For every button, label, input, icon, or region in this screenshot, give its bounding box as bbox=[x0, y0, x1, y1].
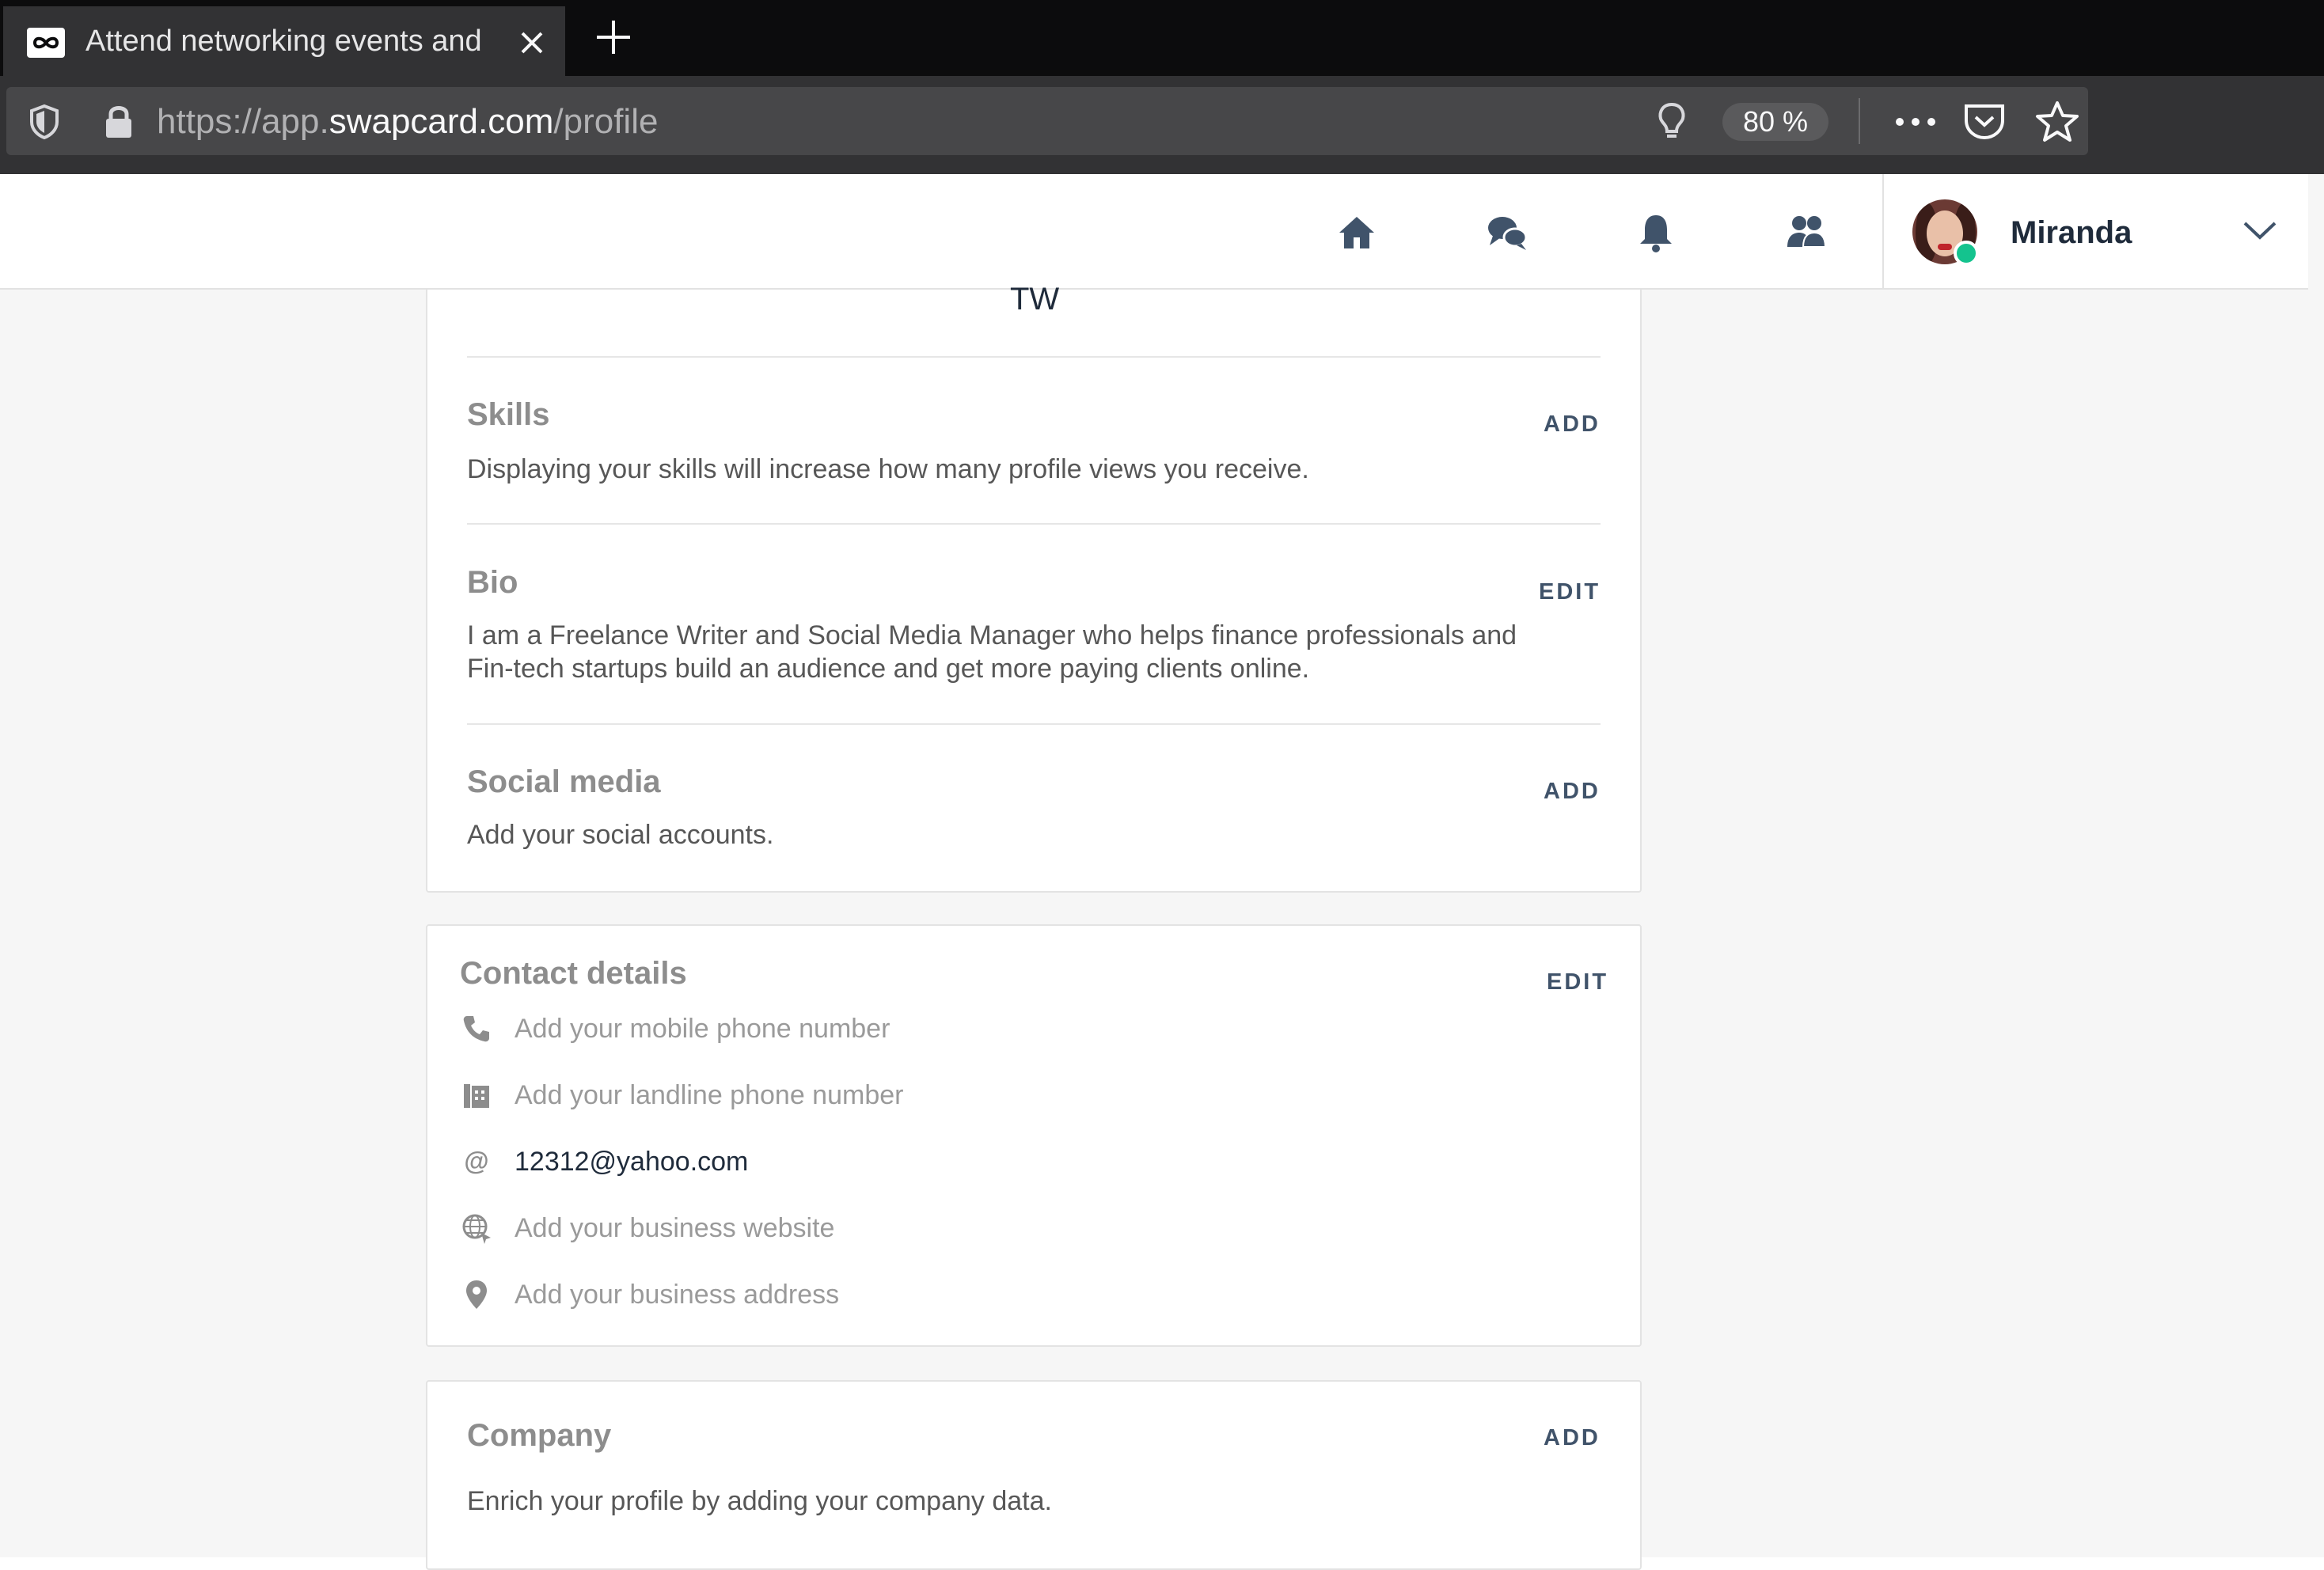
skills-title: Skills bbox=[467, 397, 550, 432]
home-icon[interactable] bbox=[1333, 209, 1380, 256]
social-media-add-button[interactable]: ADD bbox=[1544, 777, 1601, 806]
social-media-title: Social media bbox=[467, 764, 661, 799]
bell-icon[interactable] bbox=[1632, 209, 1680, 256]
bio-text-line-1: I am a Freelance Writer and Social Media… bbox=[467, 620, 1517, 650]
url-host: swapcard.com bbox=[328, 102, 554, 141]
url-scheme: https://app. bbox=[157, 102, 329, 141]
shield-icon[interactable] bbox=[25, 101, 63, 142]
globe-icon bbox=[459, 1211, 494, 1246]
new-tab-icon[interactable] bbox=[592, 16, 635, 59]
online-status-dot bbox=[1954, 241, 1979, 266]
location-pin-icon bbox=[459, 1277, 494, 1312]
bio-text-line-2: Fin-tech startups build an audience and … bbox=[467, 654, 1310, 684]
business-website-field[interactable]: Add your business website bbox=[515, 1211, 834, 1246]
more-actions-icon[interactable] bbox=[1890, 104, 1941, 139]
zoom-level-button[interactable]: 80 % bbox=[1722, 103, 1828, 141]
landline-phone-icon bbox=[459, 1078, 494, 1113]
section-divider bbox=[467, 356, 1601, 358]
bookmark-star-icon[interactable] bbox=[2033, 98, 2082, 146]
browser-tab-strip: Attend networking events and bbox=[0, 0, 2324, 76]
bio-title: Bio bbox=[467, 565, 518, 600]
chevron-down-icon[interactable] bbox=[2240, 215, 2280, 247]
lock-icon[interactable] bbox=[100, 101, 138, 142]
browser-nav-bar: https://app.swapcard.com/profile 80 % bbox=[0, 76, 2324, 174]
avatar-lips bbox=[1938, 244, 1952, 250]
section-divider bbox=[467, 523, 1601, 525]
company-card bbox=[426, 1380, 1642, 1570]
tab-title: Attend networking events and bbox=[85, 25, 482, 58]
url-bar-divider bbox=[1859, 98, 1860, 144]
contact-edit-button[interactable]: EDIT bbox=[1547, 968, 1608, 996]
skills-description: Displaying your skills will increase how… bbox=[467, 454, 1309, 484]
header-divider bbox=[1882, 174, 1884, 290]
landline-phone-field[interactable]: Add your landline phone number bbox=[515, 1078, 903, 1113]
contact-details-title: Contact details bbox=[460, 956, 687, 991]
app-header: Miranda bbox=[0, 174, 2308, 290]
section-divider bbox=[467, 723, 1601, 725]
profile-details-card bbox=[426, 290, 1642, 893]
username-label[interactable]: Miranda bbox=[2011, 212, 2132, 253]
url-text[interactable]: https://app.swapcard.com/profile bbox=[157, 101, 658, 142]
pocket-icon[interactable] bbox=[1960, 100, 2009, 142]
close-tab-icon[interactable] bbox=[513, 24, 551, 62]
swapcard-favicon-icon bbox=[27, 28, 65, 58]
profile-initials: TW bbox=[1010, 282, 1060, 317]
at-sign-icon: @ bbox=[459, 1144, 494, 1179]
skills-add-button[interactable]: ADD bbox=[1544, 410, 1601, 438]
url-path: /profile bbox=[553, 102, 659, 141]
social-media-description: Add your social accounts. bbox=[467, 820, 774, 850]
email-field[interactable]: 12312@yahoo.com bbox=[515, 1144, 748, 1179]
company-add-button[interactable]: ADD bbox=[1544, 1424, 1601, 1452]
contacts-icon[interactable] bbox=[1783, 209, 1830, 256]
chat-icon[interactable] bbox=[1483, 209, 1531, 256]
url-bar[interactable]: https://app.swapcard.com/profile 80 % bbox=[6, 87, 2088, 155]
lightbulb-icon[interactable] bbox=[1654, 100, 1689, 144]
svg-text:@: @ bbox=[464, 1147, 488, 1175]
company-description: Enrich your profile by adding your compa… bbox=[467, 1486, 1052, 1516]
phone-icon bbox=[459, 1011, 494, 1046]
mobile-phone-field[interactable]: Add your mobile phone number bbox=[515, 1011, 890, 1046]
bio-edit-button[interactable]: EDIT bbox=[1539, 578, 1601, 606]
browser-tab[interactable]: Attend networking events and bbox=[3, 6, 565, 76]
company-title: Company bbox=[467, 1418, 612, 1453]
business-address-field[interactable]: Add your business address bbox=[515, 1277, 839, 1312]
